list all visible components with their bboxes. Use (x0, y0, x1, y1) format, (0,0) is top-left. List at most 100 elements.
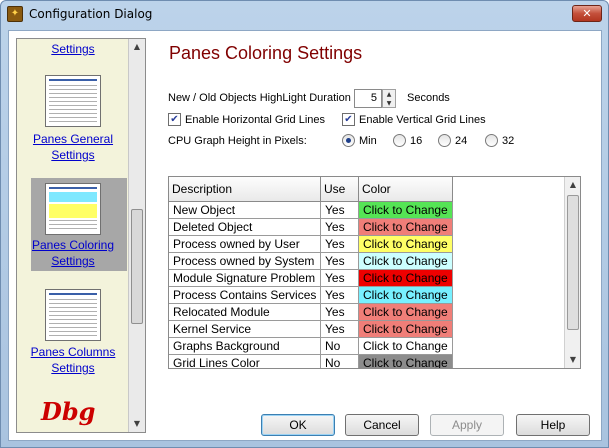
vertical-grid-checkbox[interactable]: ✔ (342, 113, 355, 126)
help-button[interactable]: Help (516, 414, 590, 436)
row-use-cell[interactable]: Yes (321, 219, 359, 236)
table-row[interactable]: New Object Yes Click to Change (169, 202, 453, 219)
table-row[interactable]: Process Contains Services Yes Click to Cha… (169, 287, 453, 304)
nav-item-panes-columns[interactable]: Panes Columns Settings (17, 344, 129, 376)
cpu-height-option-label: 16 (410, 135, 423, 147)
table-row[interactable]: Process owned by System Yes Click to Chang… (169, 253, 453, 270)
table-row[interactable]: Graphs Background No Click to Change (169, 338, 453, 355)
row-use-cell[interactable]: No (321, 355, 359, 368)
row-use-cell[interactable]: Yes (321, 321, 359, 338)
table-row[interactable]: Kernel Service Yes Click to Change (169, 321, 453, 338)
row-color-cell[interactable]: Click to Change (359, 355, 453, 368)
nav-item-panes-coloring[interactable]: Panes Coloring Settings (17, 237, 129, 269)
ok-button[interactable]: OK (261, 414, 335, 436)
nav-item-settings-top[interactable]: Settings (17, 41, 129, 57)
table-row[interactable]: Process owned by User Yes Click to Change (169, 236, 453, 253)
nav-item-label: Panes General (32, 132, 114, 146)
cpu-height-label: CPU Graph Height in Pixels: (168, 135, 307, 147)
row-description-cell: Module Signature Problem (169, 270, 321, 287)
row-description-cell: Deleted Object (169, 219, 321, 236)
row-color-cell[interactable]: Click to Change (359, 202, 453, 219)
dbg-logo: Dbg (41, 397, 96, 426)
settings-navigation-pane: Settings Panes General Settings Panes Co… (16, 38, 146, 433)
row-use-cell[interactable]: Yes (321, 236, 359, 253)
scroll-down-arrow-icon[interactable]: ▼ (565, 352, 580, 368)
page-title: Panes Coloring Settings (169, 43, 363, 63)
table-row[interactable]: Relocated Module Yes Click to Change (169, 304, 453, 321)
cpu-height-radio-16[interactable] (393, 134, 406, 147)
column-header-use[interactable]: Use (321, 177, 359, 202)
dialog-client-area: Settings Panes General Settings Panes Co… (8, 30, 602, 441)
nav-item-label: Settings (51, 254, 95, 268)
row-color-cell[interactable]: Click to Change (359, 270, 453, 287)
nav-scrollbar[interactable]: ▲ ▼ (128, 39, 145, 432)
panes-coloring-thumbnail[interactable] (45, 183, 101, 235)
row-use-cell[interactable]: Yes (321, 202, 359, 219)
cpu-height-radio-32[interactable] (485, 134, 498, 147)
scroll-down-arrow-icon[interactable]: ▼ (129, 416, 145, 432)
apply-button[interactable]: Apply (430, 414, 504, 436)
row-color-cell[interactable]: Click to Change (359, 287, 453, 304)
row-color-cell[interactable]: Click to Change (359, 304, 453, 321)
table-row[interactable]: Module Signature Problem Yes Click to Chan… (169, 270, 453, 287)
grid-header: Description Use Color (169, 177, 453, 202)
row-description-cell: Process Contains Services (169, 287, 321, 304)
vertical-grid-label: Enable Vertical Grid Lines (359, 114, 486, 126)
cpu-height-radio-min[interactable] (342, 134, 355, 147)
row-color-cell[interactable]: Click to Change (359, 219, 453, 236)
stepper-up-icon[interactable]: ▲ (383, 90, 395, 99)
horizontal-grid-label: Enable Horizontal Grid Lines (185, 114, 326, 126)
panes-columns-thumbnail[interactable] (45, 289, 101, 341)
row-color-cell[interactable]: Click to Change (359, 321, 453, 338)
highlight-duration-stepper[interactable]: ▲ ▼ (382, 89, 396, 108)
row-description-cell: New Object (169, 202, 321, 219)
column-header-color[interactable]: Color (359, 177, 453, 202)
grid-scroll-thumb[interactable] (567, 195, 579, 330)
scroll-up-arrow-icon[interactable]: ▲ (129, 39, 145, 55)
grid-vertical-scrollbar[interactable]: ▲ ▼ (564, 177, 580, 368)
row-use-cell[interactable]: No (321, 338, 359, 355)
row-color-cell[interactable]: Click to Change (359, 338, 453, 355)
cancel-button[interactable]: Cancel (345, 414, 419, 436)
panes-general-thumbnail[interactable] (45, 75, 101, 127)
stepper-down-icon[interactable]: ▼ (383, 99, 395, 108)
row-description-cell: Graphs Background (169, 338, 321, 355)
column-header-description[interactable]: Description (169, 177, 321, 202)
nav-item-panes-general[interactable]: Panes General Settings (17, 131, 129, 163)
cpu-height-option-label: Min (359, 135, 377, 147)
row-use-cell[interactable]: Yes (321, 287, 359, 304)
row-description-cell: Kernel Service (169, 321, 321, 338)
row-description-cell: Process owned by User (169, 236, 321, 253)
row-color-cell[interactable]: Click to Change (359, 253, 453, 270)
highlight-duration-input[interactable]: 5 (354, 89, 382, 108)
grid-body: New Object Yes Click to Change Deleted Obje… (169, 202, 453, 368)
close-button[interactable]: ✕ (572, 5, 602, 22)
cpu-height-radio-24[interactable] (438, 134, 451, 147)
row-color-cell[interactable]: Click to Change (359, 236, 453, 253)
table-row[interactable]: Grid Lines Color No Click to Change (169, 355, 453, 368)
row-description-cell: Process owned by System (169, 253, 321, 270)
nav-item-label: Settings (51, 42, 95, 56)
horizontal-grid-checkbox[interactable]: ✔ (168, 113, 181, 126)
row-use-cell[interactable]: Yes (321, 253, 359, 270)
nav-item-label: Settings (51, 148, 95, 162)
nav-item-label: Panes Columns (30, 345, 116, 359)
configuration-dialog-window: ✦ Configuration Dialog ✕ Settings Panes … (0, 0, 609, 448)
app-icon: ✦ (7, 6, 23, 22)
nav-scroll-thumb[interactable] (131, 209, 143, 324)
nav-item-label: Settings (51, 361, 95, 375)
highlight-duration-unit: Seconds (407, 92, 450, 104)
color-settings-grid: Description Use Color New Object Yes Click… (168, 176, 581, 369)
scroll-up-arrow-icon[interactable]: ▲ (565, 177, 580, 193)
window-title: Configuration Dialog (29, 7, 153, 21)
title-bar[interactable]: ✦ Configuration Dialog ✕ (1, 1, 608, 29)
highlight-duration-label: New / Old Objects HighLight Duration (168, 92, 351, 104)
row-use-cell[interactable]: Yes (321, 304, 359, 321)
table-row[interactable]: Deleted Object Yes Click to Change (169, 219, 453, 236)
cpu-height-option-label: 24 (455, 135, 468, 147)
row-description-cell: Relocated Module (169, 304, 321, 321)
nav-item-label: Panes Coloring (31, 238, 115, 252)
cpu-height-option-label: 32 (502, 135, 515, 147)
row-description-cell: Grid Lines Color (169, 355, 321, 368)
row-use-cell[interactable]: Yes (321, 270, 359, 287)
